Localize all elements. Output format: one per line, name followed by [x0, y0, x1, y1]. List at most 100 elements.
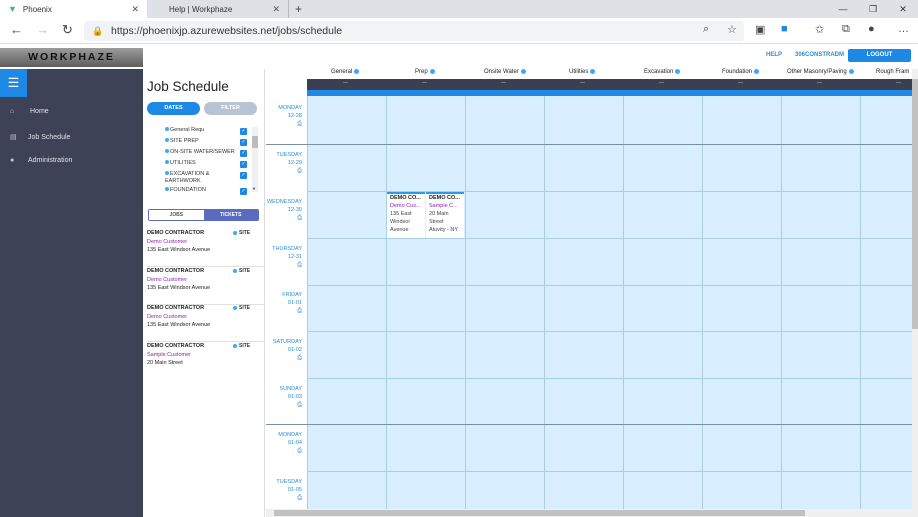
filter-item: FOUNDATION	[165, 187, 239, 194]
dot-icon	[165, 127, 169, 131]
grid-line	[544, 96, 545, 509]
tab-jobs[interactable]: JOBS	[149, 210, 204, 220]
horizontal-scroll-thumb[interactable]	[274, 510, 805, 516]
column-header-onsite-water[interactable]: Onsite Water	[484, 69, 526, 75]
print-icon[interactable]: ⎙	[266, 120, 302, 128]
vertical-scroll-thumb[interactable]	[912, 79, 918, 329]
browser-tab-help[interactable]: Help | Workphaze ✕	[147, 0, 289, 18]
print-icon[interactable]: ⎙	[266, 167, 302, 175]
maximize-icon[interactable]: ❐	[858, 0, 888, 18]
ticket-card[interactable]: DEMO CONTRACTOR Sample Customer 20 Main …	[147, 343, 264, 380]
info-icon	[590, 69, 596, 74]
zoom-icon[interactable]: ⌕	[703, 23, 709, 36]
print-icon[interactable]: ⎙	[266, 214, 302, 222]
filter-checkbox[interactable]: ✓	[240, 161, 247, 168]
sidebar-item-administration[interactable]: ● Administration	[10, 157, 72, 164]
url-input[interactable]: 🔒 https://phoenixjp.azurewebsites.net/jo…	[84, 21, 744, 41]
minimize-icon[interactable]: —	[828, 0, 858, 18]
filter-item: General Requ	[165, 127, 239, 134]
summary-value: —	[817, 80, 822, 86]
workphaze-logo[interactable]: WORKPHAZE	[0, 48, 143, 67]
refresh-icon[interactable]: ↻	[62, 22, 73, 38]
tab-tickets[interactable]: TICKETS	[203, 210, 258, 220]
site-badge: SITE	[233, 230, 250, 236]
filter-checkbox[interactable]: ✓	[240, 172, 247, 179]
filter-button[interactable]: FILTER	[204, 102, 257, 115]
dot-icon	[165, 187, 169, 191]
favorites-icon[interactable]: ✩	[815, 23, 824, 36]
column-header-masonry[interactable]: Other Masonry/Paving	[787, 69, 854, 75]
close-tab-icon[interactable]: ✕	[272, 4, 280, 15]
info-icon	[429, 69, 435, 74]
summary-value: —	[659, 80, 664, 86]
day-label: MONDAY 01-04 ⎙	[266, 431, 302, 455]
schedule-event[interactable]: DEMO CO... Sample C... 20 Main Street At…	[426, 192, 464, 238]
column-header-foundation[interactable]: Foundation	[722, 69, 760, 75]
filter-checkbox[interactable]: ✓	[240, 150, 247, 157]
row-line	[307, 238, 912, 239]
site-badge: SITE	[233, 268, 250, 274]
print-icon[interactable]: ⎙	[266, 401, 302, 409]
vue-logo-icon: ▼	[8, 4, 17, 14]
filter-item: SITE PREP	[165, 138, 239, 145]
column-header-general[interactable]: General	[331, 69, 360, 75]
summary-value: —	[422, 80, 427, 86]
close-tab-icon[interactable]: ✕	[131, 4, 139, 15]
ticket-card[interactable]: DEMO CONTRACTOR Demo Customer 135 East W…	[147, 268, 264, 305]
row-line	[307, 471, 912, 472]
column-header-prep[interactable]: Prep	[415, 69, 435, 75]
new-tab-icon[interactable]: +	[295, 2, 302, 16]
extension-2-icon[interactable]: ■	[781, 23, 788, 35]
profile-icon[interactable]: ●	[868, 23, 875, 35]
ticket-card[interactable]: DEMO CONTRACTOR Demo Customer 135 East W…	[147, 305, 264, 342]
hamburger-menu-icon[interactable]: ☰	[0, 69, 27, 97]
extension-icon[interactable]: ▣	[755, 23, 765, 36]
filter-checkbox[interactable]: ✓	[240, 188, 247, 195]
site-badge: SITE	[233, 305, 250, 311]
info-icon	[848, 69, 854, 74]
filter-scroll-thumb[interactable]	[252, 136, 258, 148]
back-icon[interactable]: ←	[10, 22, 23, 37]
schedule-event[interactable]: DEMO CO... Demo Cus... 135 East Windsor …	[387, 192, 425, 238]
print-icon[interactable]: ⎙	[266, 307, 302, 315]
day-label: SUNDAY 01-03 ⎙	[266, 385, 302, 409]
info-icon	[520, 69, 526, 74]
filter-checkbox[interactable]: ✓	[240, 139, 247, 146]
print-icon[interactable]: ⎙	[266, 447, 302, 455]
schedule-grid[interactable]	[307, 96, 912, 509]
week-divider	[266, 424, 912, 425]
filter-item: ON-SITE WATER/SEWER	[165, 149, 239, 156]
print-icon[interactable]: ⎙	[266, 261, 302, 269]
column-header-utilities[interactable]: Utilities	[569, 69, 596, 75]
row-line	[307, 285, 912, 286]
row-line	[307, 378, 912, 379]
filter-item: UTILITIES	[165, 160, 239, 167]
collections-icon[interactable]: ⧉	[842, 23, 850, 36]
filter-checkbox[interactable]: ✓	[240, 128, 247, 135]
print-icon[interactable]: ⎙	[266, 494, 302, 502]
browser-tab-phoenix[interactable]: ▼ Phoenix ✕	[0, 0, 147, 18]
column-header-excavation[interactable]: Excavation	[644, 69, 681, 75]
more-icon[interactable]: …	[898, 23, 909, 35]
sidebar-item-job-schedule[interactable]: ▤ Job Schedule	[10, 133, 70, 142]
row-line	[307, 331, 912, 332]
scroll-down-icon[interactable]: ▼	[252, 186, 256, 191]
day-label: SATURDAY 01-02 ⎙	[266, 338, 302, 362]
grid-line	[702, 96, 703, 509]
print-icon[interactable]: ⎙	[266, 354, 302, 362]
sidebar-item-home[interactable]: ⌂ Home	[10, 108, 49, 115]
logout-button[interactable]: LOGOUT	[848, 49, 911, 62]
column-header-rough-framing[interactable]: Rough Fram	[876, 69, 909, 75]
dot-icon	[165, 138, 169, 142]
help-link[interactable]: HELP	[766, 52, 782, 58]
dot-icon	[165, 160, 169, 164]
grid-line	[781, 96, 782, 509]
grid-line	[860, 96, 861, 509]
user-link[interactable]: 306CONSTRADM	[795, 52, 844, 58]
forward-icon[interactable]: →	[36, 22, 49, 37]
grid-line	[307, 96, 308, 509]
close-window-icon[interactable]: ✕	[888, 0, 918, 18]
favorite-star-icon[interactable]: ☆	[727, 23, 737, 36]
ticket-card[interactable]: DEMO CONTRACTOR Demo Customer 135 East W…	[147, 230, 264, 267]
dates-button[interactable]: DATES	[147, 102, 200, 115]
